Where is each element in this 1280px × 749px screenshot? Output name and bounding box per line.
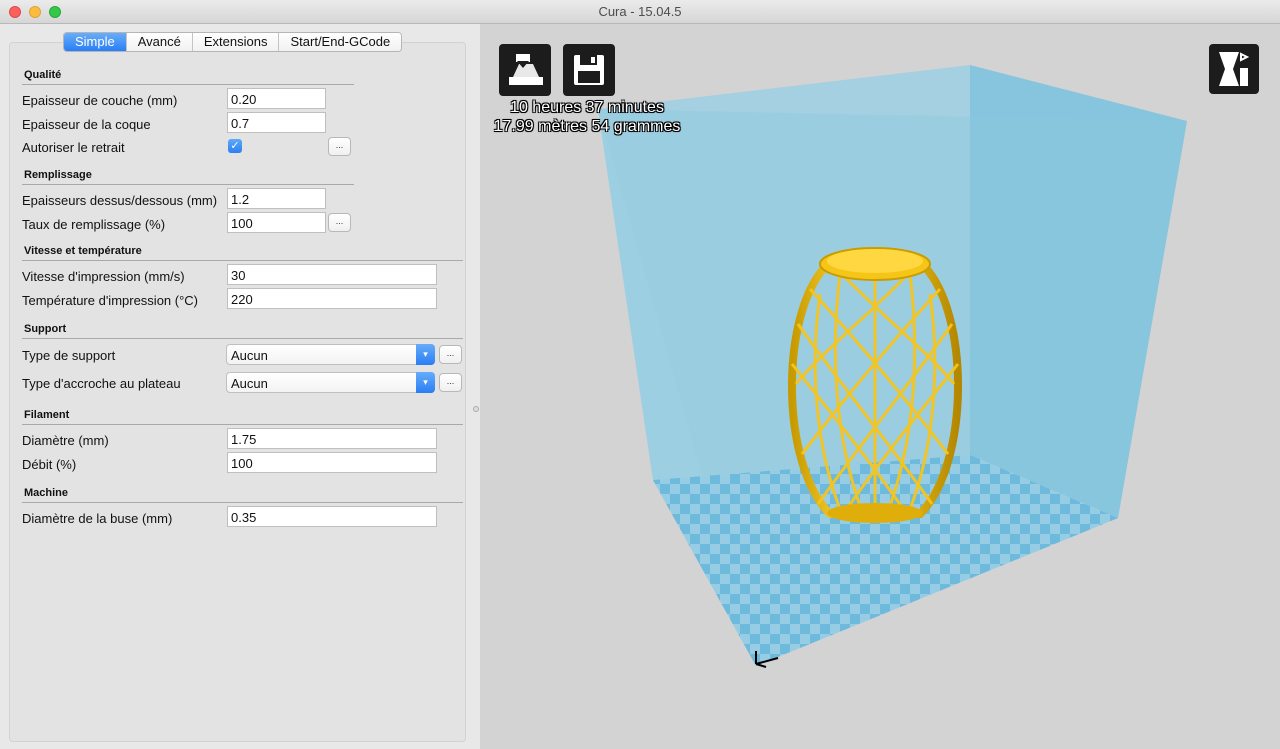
nozzle-size-input[interactable]: 0.35 — [227, 506, 437, 527]
cura-window: Cura - 15.04.5 Simple Avancé Extensions … — [0, 0, 1280, 749]
section-title-remplissage: Remplissage — [24, 169, 92, 181]
save-gcode-icon — [574, 55, 604, 85]
title-bar: Cura - 15.04.5 — [0, 0, 1280, 24]
print-speed-label: Vitesse d'impression (mm/s) — [22, 269, 185, 284]
support-type-select[interactable]: Aucun ▾ — [226, 344, 435, 365]
section-divider — [22, 338, 463, 339]
section-title-vitesse: Vitesse et température — [24, 245, 142, 257]
support-type-label: Type de support — [22, 348, 116, 363]
load-model-icon — [509, 54, 543, 85]
filament-diameter-label: Diamètre (mm) — [22, 433, 109, 448]
pane-splitter-handle[interactable] — [473, 406, 479, 412]
3d-viewport[interactable]: 10 heures 37 minutes 17.99 mètres 54 gra… — [480, 24, 1280, 749]
layer-height-input[interactable]: 0.20 — [227, 88, 326, 109]
retraction-label: Autoriser le retrait — [22, 140, 125, 155]
section-divider — [22, 260, 463, 261]
top-bottom-thickness-label: Epaisseurs dessus/dessous (mm) — [22, 193, 218, 208]
retraction-checkbox[interactable]: ✓ — [228, 139, 242, 153]
fill-density-input[interactable]: 100 — [227, 212, 326, 233]
retraction-more-button[interactable]: ... — [328, 137, 351, 156]
adhesion-type-more-button[interactable]: ... — [439, 373, 462, 392]
print-speed-input[interactable]: 30 — [227, 264, 437, 285]
section-divider — [22, 84, 354, 85]
support-type-value: Aucun — [231, 348, 268, 363]
chevron-down-icon: ▾ — [416, 344, 435, 365]
section-title-filament: Filament — [24, 409, 70, 421]
load-model-button[interactable] — [499, 44, 551, 96]
window-title: Cura - 15.04.5 — [598, 4, 682, 19]
adhesion-type-value: Aucun — [231, 376, 268, 391]
material-usage-text: 17.99 mètres 54 grammes — [493, 118, 681, 135]
section-divider — [22, 184, 354, 185]
view-mode-icon — [1219, 52, 1250, 86]
save-gcode-button[interactable] — [563, 44, 615, 96]
chevron-down-icon: ▾ — [416, 372, 435, 393]
support-type-more-button[interactable]: ... — [439, 345, 462, 364]
filament-diameter-input[interactable]: 1.75 — [227, 428, 437, 449]
fill-density-more-button[interactable]: ... — [328, 213, 351, 232]
section-divider — [22, 502, 463, 503]
section-divider — [22, 424, 463, 425]
settings-tabs: Simple Avancé Extensions Start/End-GCode — [63, 32, 403, 52]
print-temperature-input[interactable]: 220 — [227, 288, 437, 309]
settings-pane: Simple Avancé Extensions Start/End-GCode… — [0, 24, 480, 749]
shell-thickness-label: Epaisseur de la coque — [22, 117, 151, 132]
tab-simple[interactable]: Simple — [64, 33, 127, 51]
section-title-support: Support — [24, 323, 67, 335]
tab-start-end-gcode[interactable]: Start/End-GCode — [279, 33, 402, 51]
tab-avance[interactable]: Avancé — [126, 33, 193, 51]
shell-thickness-input[interactable]: 0.7 — [227, 112, 326, 133]
top-bottom-thickness-input[interactable]: 1.2 — [227, 188, 326, 209]
adhesion-type-select[interactable]: Aucun ▾ — [226, 372, 435, 393]
section-title-qualite: Qualité — [24, 69, 62, 81]
build-volume-front-wall — [598, 109, 1187, 666]
print-temperature-label: Température d'impression (°C) — [22, 293, 199, 308]
view-mode-button[interactable] — [1209, 44, 1259, 94]
flow-input[interactable]: 100 — [227, 452, 437, 473]
nozzle-size-label: Diamètre de la buse (mm) — [22, 511, 173, 526]
layer-height-label: Epaisseur de couche (mm) — [22, 93, 178, 108]
tab-extensions[interactable]: Extensions — [192, 33, 280, 51]
section-title-machine: Machine — [24, 487, 69, 499]
adhesion-type-label: Type d'accroche au plateau — [22, 376, 181, 391]
flow-label: Débit (%) — [22, 457, 77, 472]
fill-density-label: Taux de remplissage (%) — [22, 217, 166, 232]
print-time-text: 10 heures 37 minutes — [510, 99, 664, 116]
